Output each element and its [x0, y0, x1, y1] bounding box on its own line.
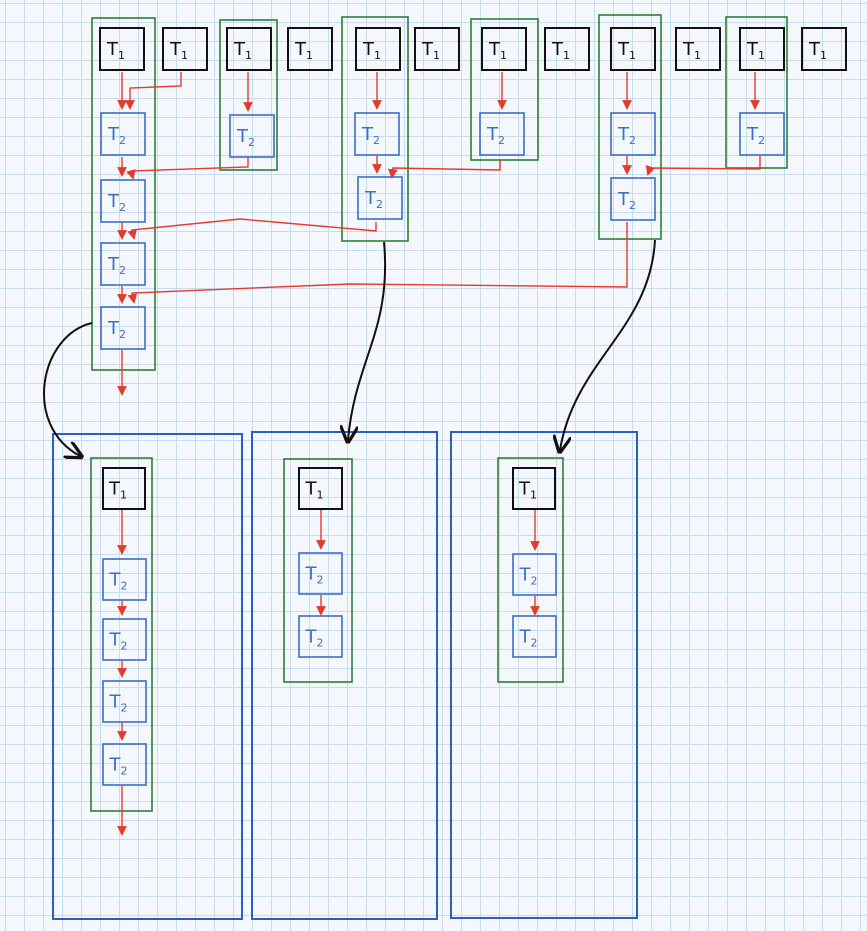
svg-text:T2: T2	[109, 692, 128, 715]
t2-box-top-3: T2	[100, 242, 146, 286]
t1-box-top-3: T1	[226, 27, 272, 71]
svg-text:T2: T2	[746, 124, 765, 147]
svg-text:T1: T1	[518, 479, 537, 502]
t2-box-top-1: T2	[100, 112, 146, 156]
svg-text:T2: T2	[107, 124, 126, 147]
t2-box-top-5: T2	[229, 114, 275, 158]
svg-text:T1: T1	[305, 479, 324, 502]
t2-box-bottom-2-2: T2	[298, 615, 343, 658]
t2-box-top-11: T2	[739, 112, 785, 156]
svg-text:T1: T1	[108, 479, 127, 502]
t1-box-top-8: T1	[544, 27, 590, 71]
t1-box-top-11: T1	[739, 27, 785, 71]
svg-text:T1: T1	[682, 39, 701, 62]
t2-box-bottom-1-2: T2	[102, 618, 147, 661]
arrow-col11-to-col9	[645, 156, 761, 176]
svg-text:T2: T2	[107, 318, 126, 341]
svg-text:T1: T1	[746, 39, 765, 62]
t2-box-bottom-1-1: T2	[102, 558, 147, 601]
t2-box-top-4: T2	[100, 306, 146, 350]
arrow-col3-to-col1	[126, 157, 249, 180]
svg-text:T2: T2	[486, 124, 505, 147]
svg-text:T2: T2	[617, 189, 636, 212]
diagram-canvas: T1 T1 T1 T1 T1 T1 T1 T1 T1 T1 T1 T1 T2 T2 T2 T2 T2 T2 T2 T2…	[43, 14, 847, 920]
svg-text:T2: T2	[107, 254, 126, 277]
svg-text:T2: T2	[109, 755, 128, 778]
t2-box-bottom-3-1: T2	[512, 553, 557, 596]
svg-text:T1: T1	[617, 39, 636, 62]
t2-box-bottom-1-3: T2	[102, 680, 147, 723]
svg-text:T1: T1	[233, 39, 252, 62]
t2-box-top-9: T2	[610, 112, 656, 156]
svg-text:T2: T2	[236, 126, 255, 149]
t1-box-bottom-3: T1	[512, 467, 556, 510]
svg-text:T2: T2	[519, 565, 538, 588]
svg-text:T1: T1	[488, 39, 507, 62]
t2-box-top-6: T2	[354, 112, 400, 156]
svg-text:T1: T1	[362, 39, 381, 62]
t1-box-bottom-2: T1	[298, 467, 343, 510]
t1-box-top-4: T1	[287, 27, 333, 71]
svg-text:T1: T1	[808, 39, 827, 62]
t2-box-top-10: T2	[610, 177, 656, 221]
svg-text:T2: T2	[361, 124, 380, 147]
svg-text:T2: T2	[364, 188, 383, 211]
svg-text:T2: T2	[109, 630, 128, 653]
move-arrow-group-3	[560, 239, 656, 450]
t1-box-top-10: T1	[675, 27, 721, 71]
t1-box-bottom-1: T1	[102, 467, 146, 510]
t2-box-top-2: T2	[100, 179, 146, 223]
t2-box-top-8: T2	[479, 112, 525, 156]
arrow-col9-to-col1	[127, 222, 628, 304]
container-bottom-1	[52, 433, 243, 920]
t2-box-bottom-1-4: T2	[102, 743, 147, 786]
container-bottom-2	[251, 431, 438, 920]
svg-text:T1: T1	[294, 39, 313, 62]
svg-text:T1: T1	[551, 39, 570, 62]
move-arrow-group-2	[348, 241, 387, 440]
svg-text:T2: T2	[519, 627, 538, 650]
svg-text:T2: T2	[305, 564, 324, 587]
t2-box-top-7: T2	[357, 176, 403, 220]
t1-box-top-2: T1	[162, 27, 208, 71]
svg-text:T2: T2	[107, 191, 126, 214]
move-arrow-group-1	[43, 322, 93, 456]
svg-text:T2: T2	[305, 627, 324, 650]
t2-box-bottom-3-2: T2	[512, 615, 557, 658]
svg-text:T2: T2	[109, 570, 128, 593]
t1-box-top-12: T1	[801, 27, 847, 71]
t1-box-top-1: T1	[99, 27, 145, 71]
svg-text:T1: T1	[421, 39, 440, 62]
arrow-col5-to-col1	[127, 218, 377, 240]
t2-box-bottom-2-1: T2	[298, 552, 343, 595]
svg-text:T1: T1	[169, 39, 188, 62]
svg-text:T1: T1	[106, 39, 125, 62]
t1-box-top-7: T1	[481, 27, 527, 71]
t1-box-top-9: T1	[610, 27, 656, 71]
t1-box-top-5: T1	[355, 27, 401, 71]
container-bottom-3	[450, 431, 638, 919]
svg-text:T2: T2	[617, 124, 636, 147]
t1-box-top-6: T1	[414, 27, 460, 71]
